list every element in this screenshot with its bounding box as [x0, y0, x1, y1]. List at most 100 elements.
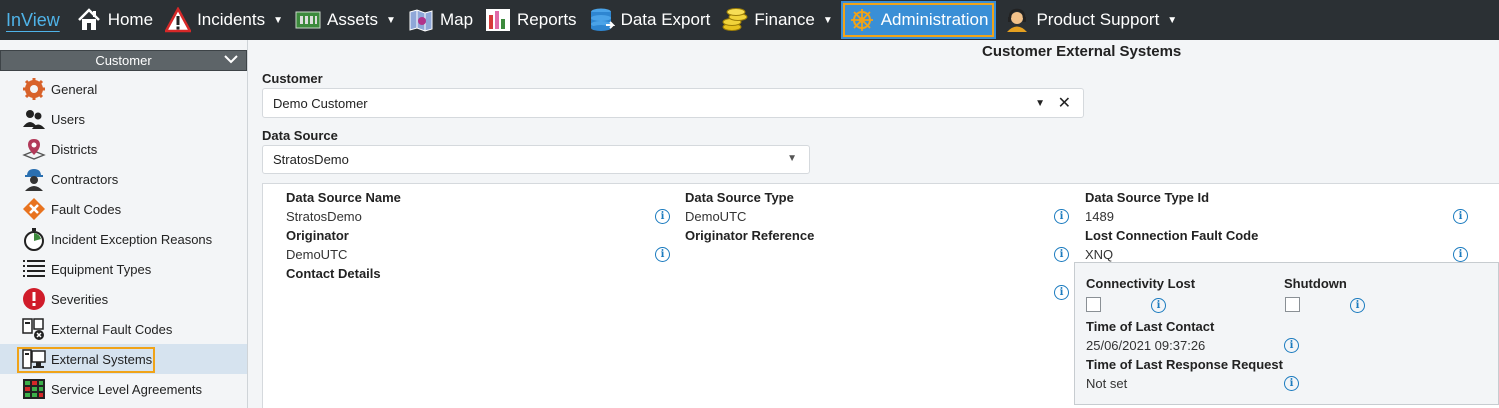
- customer-select[interactable]: Demo Customer ▼ ✕: [262, 88, 1084, 118]
- caret-down-icon: ▼: [273, 14, 284, 26]
- nav-data-export[interactable]: Data Export: [583, 0, 717, 40]
- info-icon[interactable]: i: [1054, 285, 1069, 300]
- computer-icon: [22, 347, 46, 371]
- nav-data-export-label: Data Export: [620, 10, 711, 29]
- stopwatch-icon: [22, 227, 46, 251]
- data-source-name-label: Data Source Name: [286, 190, 401, 205]
- data-source-label: Data Source: [262, 128, 338, 143]
- caret-down-icon: ▼: [1167, 14, 1178, 26]
- sidebar-item-external-systems[interactable]: External Systems: [0, 344, 247, 374]
- database-icon: [589, 7, 615, 33]
- connectivity-status-panel: Connectivity Lost i Shutdown i Time of L…: [1074, 262, 1499, 405]
- worker-icon: [22, 167, 46, 191]
- sidebar-section-header[interactable]: Customer: [0, 50, 247, 71]
- info-icon[interactable]: i: [1350, 298, 1365, 313]
- time-of-last-response-request-value: Not set: [1086, 376, 1128, 391]
- map-icon: [408, 7, 434, 33]
- nav-home-label: Home: [107, 10, 154, 29]
- customer-select-value: Demo Customer: [273, 95, 368, 111]
- map-pin-icon: [22, 137, 46, 161]
- originator-value: DemoUTC: [286, 247, 348, 262]
- sidebar-section-title: Customer: [95, 53, 152, 68]
- contact-details-label: Contact Details: [286, 266, 381, 281]
- caret-down-icon: ▼: [386, 14, 396, 26]
- external-fault-icon: [22, 317, 46, 341]
- list-icon: [22, 257, 46, 281]
- sidebar-item-districts[interactable]: Districts: [0, 134, 247, 164]
- info-icon[interactable]: i: [655, 209, 670, 224]
- chevron-down-icon[interactable]: [224, 52, 238, 68]
- info-icon[interactable]: i: [1284, 338, 1299, 353]
- sidebar-item-general[interactable]: General: [0, 74, 247, 104]
- top-navigation-bar: InView Home Incidents ▼ Assets ▼ Map Rep…: [0, 0, 1499, 40]
- alert-circle-icon: [22, 287, 46, 311]
- info-icon[interactable]: i: [655, 247, 670, 262]
- nav-assets-label: Assets: [327, 10, 379, 29]
- data-source-type-id-value: 1489: [1085, 209, 1114, 224]
- time-of-last-response-request-label: Time of Last Response Request: [1086, 357, 1283, 372]
- time-of-last-contact-label: Time of Last Contact: [1086, 319, 1215, 334]
- caret-down-icon: ▼: [822, 14, 833, 26]
- connectivity-lost-checkbox[interactable]: [1086, 297, 1101, 312]
- data-source-select[interactable]: StratosDemo ▼: [262, 145, 810, 174]
- circuit-board-icon: [295, 7, 321, 33]
- sidebar-item-service-level-agreements[interactable]: Service Level Agreements: [0, 374, 247, 404]
- info-icon[interactable]: i: [1054, 247, 1069, 262]
- nav-administration[interactable]: Administration: [840, 1, 997, 39]
- brand-link[interactable]: InView: [0, 10, 70, 31]
- sidebar-item-incident-exception-reasons[interactable]: Incident Exception Reasons: [0, 224, 247, 254]
- shutdown-checkbox[interactable]: [1285, 297, 1300, 312]
- sidebar-item-external-fault-codes[interactable]: External Fault Codes: [0, 314, 247, 344]
- bar-chart-icon: [485, 7, 511, 33]
- coins-icon: [722, 7, 748, 33]
- clear-icon[interactable]: ✕: [1058, 93, 1071, 113]
- data-source-type-value: DemoUTC: [685, 209, 747, 224]
- data-source-type-id-label: Data Source Type Id: [1085, 190, 1210, 205]
- lost-connection-fault-code-label: Lost Connection Fault Code: [1085, 228, 1259, 243]
- sidebar-item-equipment-types[interactable]: Equipment Types: [0, 254, 247, 284]
- sidebar-item-fault-codes[interactable]: Fault Codes: [0, 194, 247, 224]
- customer-label: Customer: [262, 71, 323, 86]
- info-icon[interactable]: i: [1453, 247, 1468, 262]
- sidebar-item-contractors[interactable]: Contractors: [0, 164, 247, 194]
- grid-icon: [22, 377, 46, 401]
- info-icon[interactable]: i: [1453, 209, 1468, 224]
- nav-map-label: Map: [439, 10, 474, 29]
- users-icon: [22, 107, 46, 131]
- nav-administration-label: Administration: [880, 10, 989, 29]
- info-icon[interactable]: i: [1151, 298, 1166, 313]
- caret-down-icon[interactable]: ▼: [787, 153, 797, 164]
- nav-reports[interactable]: Reports: [479, 0, 583, 40]
- nav-home[interactable]: Home: [70, 0, 159, 40]
- time-of-last-contact-value: 25/06/2021 09:37:26: [1086, 338, 1206, 353]
- nav-finance[interactable]: Finance ▼: [716, 0, 838, 40]
- house-icon: [76, 7, 102, 33]
- sidebar: Customer General Users Districts Contrac…: [0, 40, 248, 408]
- nav-incidents-label: Incidents: [197, 10, 266, 29]
- sidebar-item-label: Incident Exception Reasons: [51, 231, 213, 247]
- data-source-name-value: StratosDemo: [286, 209, 362, 224]
- nav-assets[interactable]: Assets ▼: [289, 0, 402, 40]
- nav-incidents[interactable]: Incidents ▼: [159, 0, 289, 40]
- support-agent-icon: [1004, 7, 1030, 33]
- sidebar-item-label: Service Level Agreements: [51, 381, 203, 397]
- main-content: Customer External Systems Customer Demo …: [250, 40, 1499, 408]
- sidebar-item-severities[interactable]: Severities: [0, 284, 247, 314]
- nav-product-support-label: Product Support: [1036, 10, 1160, 29]
- sidebar-item-label: External Fault Codes: [51, 321, 173, 337]
- shutdown-label: Shutdown: [1284, 276, 1347, 291]
- nav-product-support[interactable]: Product Support ▼: [998, 0, 1183, 40]
- sidebar-item-label: Equipment Types: [51, 261, 152, 277]
- connectivity-lost-label: Connectivity Lost: [1086, 276, 1196, 291]
- sidebar-item-label: Fault Codes: [51, 201, 122, 217]
- sidebar-item-users[interactable]: Users: [0, 104, 247, 134]
- info-icon[interactable]: i: [1054, 209, 1069, 224]
- sidebar-item-label: Severities: [51, 291, 109, 307]
- caret-down-icon[interactable]: ▼: [1035, 98, 1045, 109]
- gear-icon: [22, 77, 46, 101]
- info-icon[interactable]: i: [1284, 376, 1299, 391]
- nav-reports-label: Reports: [517, 10, 577, 29]
- data-source-select-value: StratosDemo: [273, 152, 349, 167]
- nav-map[interactable]: Map: [402, 0, 479, 40]
- page-title: Customer External Systems: [982, 43, 1182, 60]
